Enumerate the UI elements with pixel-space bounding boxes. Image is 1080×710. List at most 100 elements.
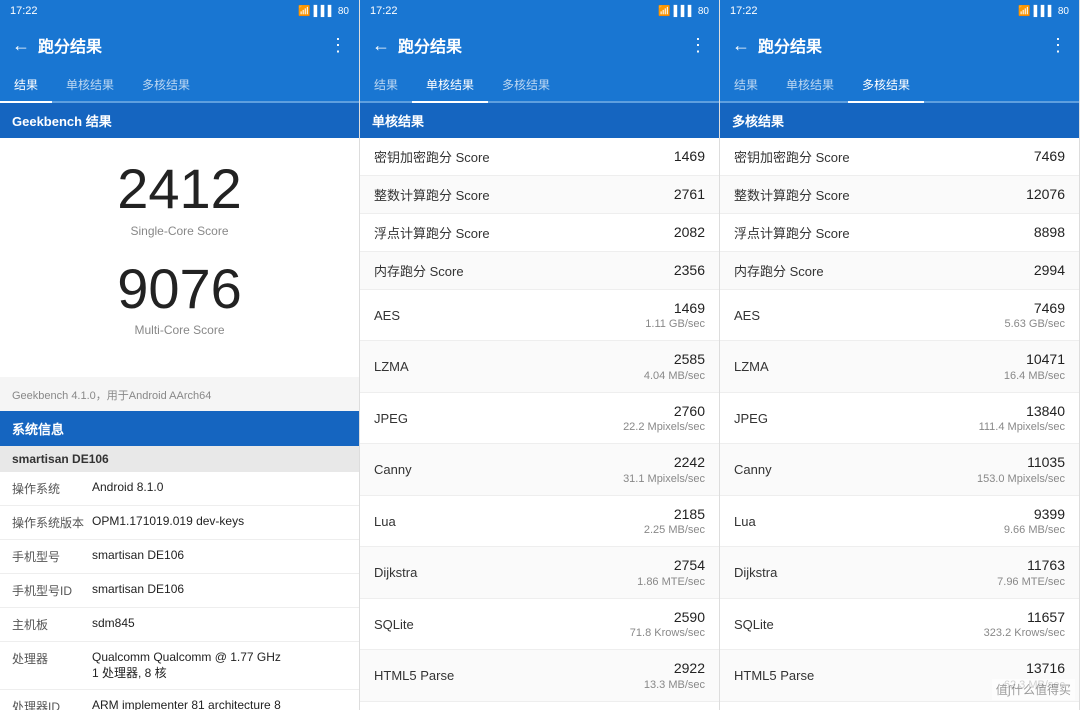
bench-row-value: 11657323.2 Krows/sec — [984, 608, 1065, 640]
info-row-board: 主机板 sdm845 — [0, 608, 359, 642]
tab-single-2[interactable]: 单核结果 — [412, 68, 488, 103]
single-score: 2412 — [20, 158, 339, 220]
info-val-model: smartisan DE106 — [92, 548, 347, 565]
back-button-2[interactable]: ← — [372, 35, 390, 56]
bench-score: 2082 — [674, 223, 705, 241]
bench-row-name: SQLite — [734, 617, 774, 632]
bench-unit: 7.96 MTE/sec — [997, 575, 1065, 589]
status-icons-2: 📶 ▌▌▌ 80 — [658, 6, 709, 17]
panel-2: 17:22 📶 ▌▌▌ 80 ← 跑分结果 ⋮ 结果 单核结果 多核结果 单核结… — [360, 0, 720, 710]
bench-unit: 71.8 Krows/sec — [630, 626, 705, 640]
bench-score: 11657 — [984, 608, 1065, 626]
tab-single-1[interactable]: 单核结果 — [52, 68, 128, 103]
bench-unit: 323.2 Krows/sec — [984, 626, 1065, 640]
bench-row: 浮点计算跑分 Score 8898 — [720, 214, 1079, 252]
info-row-modelid: 手机型号ID smartisan DE106 — [0, 574, 359, 608]
bench-row: HTML5 Parse1371662.3 MB/sec — [720, 650, 1079, 701]
bench-unit: 16.4 MB/sec — [1004, 369, 1065, 383]
info-row-cpu: 处理器 Qualcomm Qualcomm @ 1.77 GHz1 处理器, 8… — [0, 642, 359, 690]
toolbar-left-2: ← 跑分结果 — [372, 33, 462, 57]
menu-button-3[interactable]: ⋮ — [1049, 35, 1067, 56]
bench-row-value: 14691.11 GB/sec — [645, 299, 705, 331]
bench-row-name: Dijkstra — [374, 565, 417, 580]
tab-results-3[interactable]: 结果 — [720, 68, 772, 103]
back-button-3[interactable]: ← — [732, 35, 750, 56]
bench-row-name: 密钥加密跑分 Score — [374, 147, 490, 166]
back-button-1[interactable]: ← — [12, 35, 30, 56]
wifi-icon-3: 📶 — [1018, 6, 1030, 17]
toolbar-3: ← 跑分结果 ⋮ — [720, 22, 1079, 68]
bench-row-name: AES — [374, 308, 400, 323]
status-time-1: 17:22 — [10, 5, 38, 17]
content-1: Geekbench 结果 2412 Single-Core Score 9076… — [0, 103, 359, 710]
bench-score: 8898 — [1034, 223, 1065, 241]
bench-unit: 5.63 GB/sec — [1004, 317, 1065, 331]
bench-row-name: LZMA — [374, 359, 409, 374]
content-3: 多核结果 密钥加密跑分 Score7469整数计算跑分 Score12076浮点… — [720, 103, 1079, 710]
bench-table-3: 密钥加密跑分 Score7469整数计算跑分 Score12076浮点计算跑分 … — [720, 138, 1079, 710]
bench-row-name: Lua — [374, 514, 396, 529]
bench-row-value: 74695.63 GB/sec — [1004, 299, 1065, 331]
content-2: 单核结果 密钥加密跑分 Score1469整数计算跑分 Score2761浮点计… — [360, 103, 719, 710]
bench-row-value: 27541.86 MTE/sec — [637, 556, 705, 588]
section-header-1: Geekbench 结果 — [0, 103, 359, 138]
bench-row-value: 2761 — [674, 185, 705, 203]
bench-row-name: 浮点计算跑分 Score — [734, 223, 850, 242]
version-info: Geekbench 4.1.0，用于Android AArch64 — [0, 379, 359, 411]
bench-score: 2242 — [623, 453, 705, 471]
tab-multi-2[interactable]: 多核结果 — [488, 68, 564, 103]
status-time-3: 17:22 — [730, 5, 758, 17]
bench-score: 11035 — [977, 453, 1065, 471]
bench-row-value: 93999.66 MB/sec — [1004, 505, 1065, 537]
menu-button-1[interactable]: ⋮ — [329, 35, 347, 56]
bench-row-value: 12076 — [1026, 185, 1065, 203]
bench-row-value: 2082 — [674, 223, 705, 241]
bench-row: HTML5 Parse292213.3 MB/sec — [360, 650, 719, 701]
signal-icon-2: ▌▌▌ — [674, 6, 695, 17]
tab-single-3[interactable]: 单核结果 — [772, 68, 848, 103]
bench-row-name: Canny — [734, 462, 772, 477]
bench-score: 2356 — [674, 261, 705, 279]
device-name: smartisan DE106 — [0, 446, 359, 472]
info-val-cpuid: ARM implementer 81 architecture 8 — [92, 698, 347, 710]
toolbar-left-1: ← 跑分结果 — [12, 33, 102, 57]
score-area-1: 2412 Single-Core Score 9076 Multi-Core S… — [0, 138, 359, 377]
bench-row: Lua 21852.25 MB/sec — [360, 496, 719, 547]
section-header-3: 多核结果 — [720, 103, 1079, 138]
bench-unit: 111.4 Mpixels/sec — [979, 420, 1065, 434]
info-row-os: 操作系统 Android 8.1.0 — [0, 472, 359, 506]
info-key-cpu: 处理器 — [12, 650, 92, 681]
info-key-board: 主机板 — [12, 616, 92, 633]
status-bar-1: 17:22 📶 ▌▌▌ 80 — [0, 0, 359, 22]
toolbar-title-3: 跑分结果 — [758, 33, 822, 57]
bench-row-name: Dijkstra — [734, 565, 777, 580]
bench-row-value: 21852.25 MB/sec — [644, 505, 705, 537]
bench-row: HTML5 DOM32712.96 MElements/sec — [360, 702, 719, 710]
toolbar-2: ← 跑分结果 ⋮ — [360, 22, 719, 68]
bench-row: Dijkstra 27541.86 MTE/sec — [360, 547, 719, 598]
bench-score: 2760 — [623, 402, 705, 420]
bench-row-name: Canny — [374, 462, 412, 477]
tab-multi-3[interactable]: 多核结果 — [848, 68, 924, 103]
menu-button-2[interactable]: ⋮ — [689, 35, 707, 56]
bench-row: Canny 224231.1 Mpixels/sec — [360, 444, 719, 495]
bench-row-name: 浮点计算跑分 Score — [374, 223, 490, 242]
bench-score: 13716 — [1004, 659, 1065, 677]
bench-row-value: 7469 — [1034, 147, 1065, 165]
tab-results-1[interactable]: 结果 — [0, 68, 52, 103]
tab-multi-1[interactable]: 多核结果 — [128, 68, 204, 103]
tabs-3: 结果 单核结果 多核结果 — [720, 68, 1079, 103]
status-icons-1: 📶 ▌▌▌ 80 — [298, 6, 349, 17]
bench-score: 7469 — [1004, 299, 1065, 317]
toolbar-left-3: ← 跑分结果 — [732, 33, 822, 57]
bench-row: LZMA25854.04 MB/sec — [360, 341, 719, 392]
bench-score: 12076 — [1026, 185, 1065, 203]
bench-row-value: 8898 — [1034, 223, 1065, 241]
bench-row: Dijkstra117637.96 MTE/sec — [720, 547, 1079, 598]
info-val-board: sdm845 — [92, 616, 347, 633]
info-key-modelid: 手机型号ID — [12, 582, 92, 599]
bench-row: 内存跑分 Score2356 — [360, 252, 719, 290]
tab-results-2[interactable]: 结果 — [360, 68, 412, 103]
bench-score: 2754 — [637, 556, 705, 574]
bench-unit: 31.1 Mpixels/sec — [623, 472, 705, 486]
